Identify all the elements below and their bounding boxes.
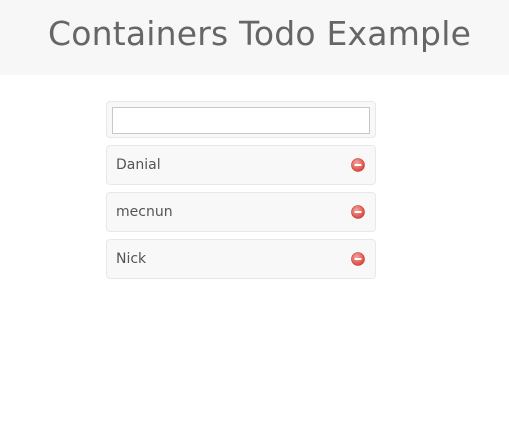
todo-list: Danial mecnun Nick (106, 101, 376, 279)
remove-icon[interactable] (351, 251, 365, 266)
todo-item-label: Danial (116, 157, 161, 173)
todo-item-label: mecnun (116, 204, 173, 220)
new-todo-card (106, 101, 376, 138)
todo-item-label: Nick (116, 251, 147, 267)
todo-item: Danial (106, 145, 376, 185)
remove-icon[interactable] (351, 204, 365, 219)
todo-item: mecnun (106, 192, 376, 232)
page-title: Containers Todo Example (48, 14, 472, 53)
page-header: Containers Todo Example (0, 0, 509, 75)
new-todo-input[interactable] (112, 107, 370, 134)
remove-icon[interactable] (351, 157, 365, 172)
todo-item: Nick (106, 239, 376, 279)
